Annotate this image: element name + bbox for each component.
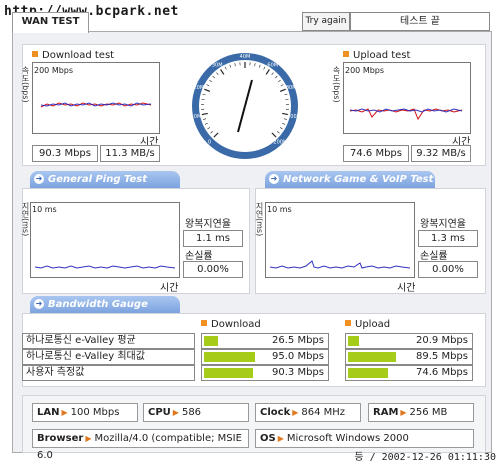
game-voip-test-title: Network Game & VoIP Test [283,174,434,185]
download-bar: 95.0 Mbps [201,349,329,365]
ping-chart: 10 ms [30,202,180,278]
arrow-right-icon: ➜ [269,174,279,184]
arrow-right-icon: ▶ [400,408,407,417]
gauge-tick-label: 10M [191,114,202,120]
gauge-tick-label: 60M [267,62,278,68]
arrow-right-icon: ➜ [34,299,44,309]
upload-bar-fill [348,368,389,378]
upload-mbps: 74.6 Mbps [343,145,409,162]
os-info: OS ▶ Microsoft Windows 2000 [255,429,474,448]
download-y-axis-label: 속도(bps) [21,66,30,103]
download-bar-fill [204,336,219,346]
gauge-tick-label: 40M [240,54,251,60]
game-rtt-label: 왕복지연율 [420,219,466,230]
arrow-right-icon: ▶ [85,434,92,443]
game-x-axis-label: 시간 [397,283,416,294]
ping-graph [34,265,176,269]
upload-chart: 200 Mbps [343,62,471,134]
game-graph [269,260,411,269]
ping-loss-value: 0.00% [183,261,243,278]
ram-label: RAM [373,407,399,418]
status-field: 테스트 끝 [350,12,490,31]
lan-label: LAN [37,407,60,418]
upload-mbs: 9.32 MB/s [411,145,471,162]
upload-y-axis-label: 속도(bps) [332,66,341,103]
bandwidth-row-label: 사용자 측정값 [22,365,195,381]
download-bar-value: 90.3 Mbps [272,367,324,378]
ping-rtt-value: 1.1 ms [183,230,243,247]
bandwidth-row-label: 하나로통신 e-Valley 평균 [22,333,195,349]
download-bar-fill [204,368,253,378]
browser-info: Browser ▶ Mozilla/4.0 (compatible; MSIE 6.… [32,429,249,461]
download-mbps: 90.3 Mbps [32,145,98,162]
cpu-value: 586 [181,407,202,418]
try-again-button[interactable]: Try again [302,12,350,31]
ping-test-header: ➜ General Ping Test [30,171,180,188]
upload-bar-value: 74.6 Mbps [416,367,468,378]
gauge-tick-label: 80M [286,85,297,91]
cpu-label: CPU [148,407,171,418]
download-mbs: 11.3 MB/s [100,145,160,162]
arrow-right-icon: ▶ [277,434,284,443]
download-graph [40,102,152,108]
arrow-right-icon: ➜ [34,174,44,184]
os-value: Microsoft Windows 2000 [286,433,409,444]
gauge-tick-label: 200M [273,139,287,145]
ping-rtt-label: 왕복지연율 [185,219,231,230]
download-bar: 26.5 Mbps [201,333,329,349]
clock-info: Clock ▶ 864 MHz [255,403,361,422]
download-bar-value: 95.0 Mbps [272,351,324,362]
clock-label: Clock [260,407,291,418]
lan-value: 100 Mbps [70,407,120,418]
cpu-info: CPU ▶ 586 [143,403,249,422]
upload-title: Upload test [343,50,410,61]
upload-graph [349,108,463,121]
speed-gauge: 0 10M 20M 30M 40M 60M 80M 100M 200M [191,53,300,159]
download-chart: 200 Mbps [32,62,160,134]
upload-bar: 20.9 Mbps [345,333,473,349]
download-bar-fill [204,352,256,362]
download-title: Download test [32,50,114,61]
download-bar-value: 26.5 Mbps [272,335,324,346]
ping-x-axis-label: 시간 [160,283,179,294]
upload-bar-fill [348,336,360,346]
os-label: OS [260,433,276,444]
arrow-right-icon: ▶ [292,408,299,417]
game-voip-test-header: ➜ Network Game & VoIP Test [265,171,435,188]
ping-loss-label: 손실률 [185,251,213,262]
ping-test-title: General Ping Test [48,174,148,185]
upload-bar: 89.5 Mbps [345,349,473,365]
bandwidth-row-label: 하나로통신 e-Valley 최대값 [22,349,195,365]
bandwidth-download-header: Download [201,319,261,330]
game-loss-value: 0.00% [418,261,478,278]
ram-info: RAM ▶ 256 MB [368,403,474,422]
lan-info: LAN ▶ 100 Mbps [32,403,138,422]
upload-bar-value: 20.9 Mbps [416,335,468,346]
download-bar: 90.3 Mbps [201,365,329,381]
gauge-tick-label: 0 [208,139,211,145]
gauge-tick-label: 100M [287,114,300,120]
bandwidth-upload-header: Upload [345,319,390,330]
upload-bar: 74.6 Mbps [345,365,473,381]
gauge-tick-label: 20M [193,85,204,91]
game-rtt-value: 1.3 ms [418,230,478,247]
upload-bar-value: 89.5 Mbps [416,351,468,362]
bandwidth-gauge-title: Bandwidth Gauge [48,299,148,310]
game-chart: 10 ms [265,202,415,278]
game-loss-label: 손실률 [420,251,448,262]
browser-label: Browser [37,433,84,444]
arrow-right-icon: ▶ [172,408,179,417]
game-y-axis-label: 지연(ms) [255,202,264,237]
bandwidth-gauge-header: ➜ Bandwidth Gauge [30,296,180,313]
tab-wan-test[interactable]: WAN TEST [12,12,89,33]
gauge-tick-label: 30M [212,62,223,68]
clock-value: 864 MHz [301,407,346,418]
upload-bar-fill [348,352,397,362]
ram-value: 256 MB [409,407,448,418]
timestamp: 등 / 2002-12-26 01:11:30 [354,452,496,463]
arrow-right-icon: ▶ [61,408,68,417]
